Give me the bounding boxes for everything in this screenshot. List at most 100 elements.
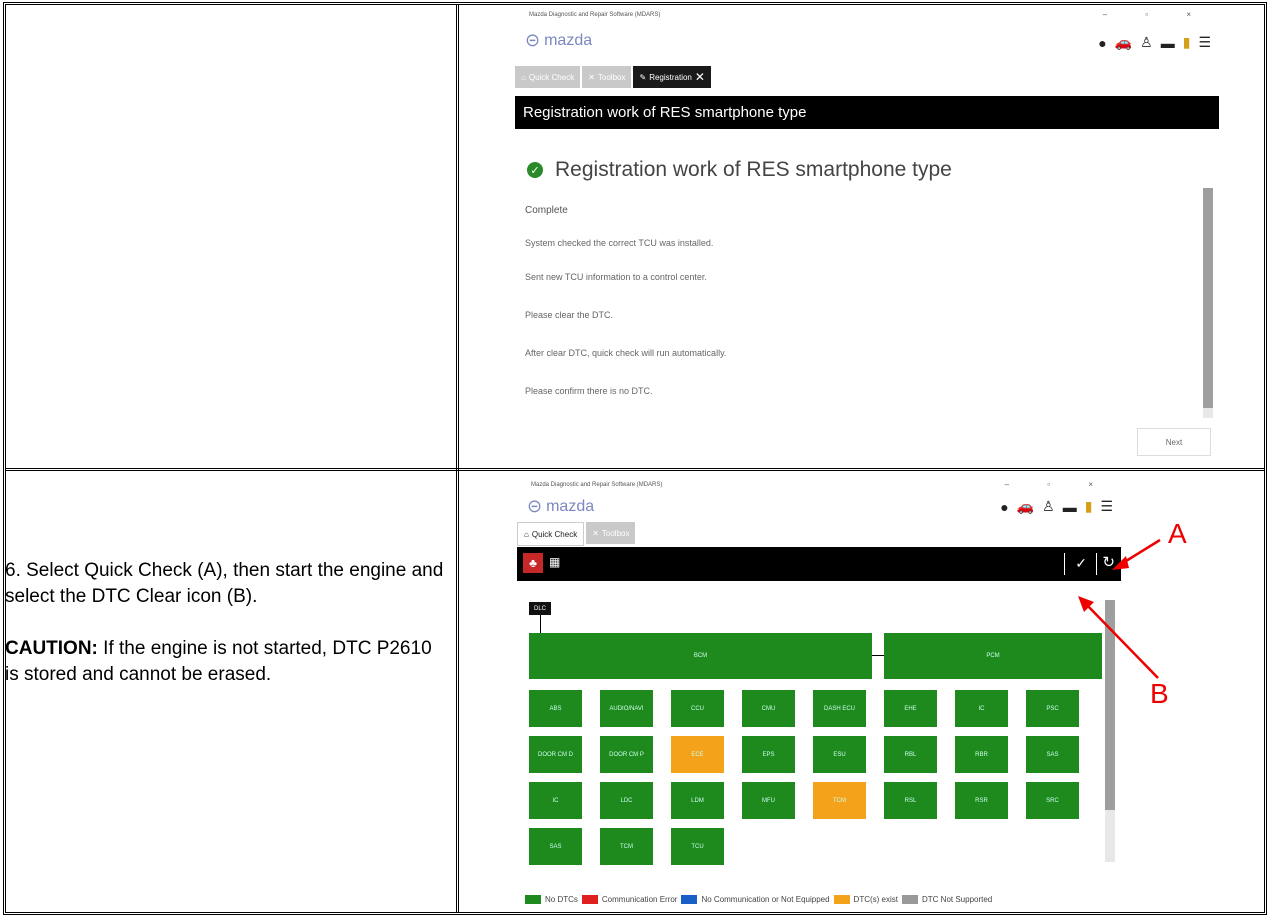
dtc-clear-icon[interactable]: ✓ [1075, 555, 1087, 572]
result-line: Sent new TCU information to a control ce… [525, 272, 707, 282]
top-status-icons: ● 🚗 ♙ ▬ ▮ ☰ [1098, 34, 1211, 51]
tab-quick-check[interactable]: ⌂ Quick Check [515, 66, 581, 88]
annotation-b-label: B [1150, 678, 1169, 709]
person-icon[interactable]: ♙ [1140, 34, 1153, 51]
window-controls[interactable]: – ▫ × [1005, 480, 1111, 489]
caution-text: CAUTION: If the engine is not started, D… [5, 636, 445, 688]
legend-swatch [833, 895, 850, 904]
home-icon: ⌂ [521, 72, 526, 82]
dlc-line [540, 615, 541, 633]
module-box[interactable]: SAS [529, 828, 582, 865]
battery-icon: ▮ [1182, 34, 1191, 50]
legend-swatch [525, 895, 541, 904]
result-line: After clear DTC, quick check will run au… [525, 348, 727, 358]
module-box[interactable]: LDC [600, 782, 653, 819]
next-button[interactable]: Next [1137, 428, 1211, 456]
wrench-icon: ✕ [592, 528, 599, 538]
vci-icon[interactable]: ▬ [1161, 35, 1175, 51]
mazda-logo: ⊝ mazda [525, 30, 593, 50]
module-box[interactable]: TCM [600, 828, 653, 865]
module-box[interactable]: CMU [742, 690, 795, 727]
refresh-icon[interactable]: ↻ [1102, 553, 1115, 571]
module-box[interactable]: EHE [884, 690, 937, 727]
module-box[interactable]: SAS [1026, 736, 1079, 773]
legend-label: No DTCs [545, 895, 578, 904]
result-line: Please clear the DTC. [525, 310, 614, 320]
screenshot-registration: Mazda Diagnostic and Repair Software (MD… [515, 8, 1219, 460]
wrench-icon: ✕ [588, 72, 595, 82]
legend-label: Communication Error [601, 895, 678, 904]
tab-bar: ⌂ Quick Check ✕ Toolbox [517, 522, 636, 546]
status-heading: ✓ Registration work of RES smartphone ty… [527, 158, 952, 182]
module-box[interactable]: TCM [813, 782, 866, 819]
row-divider [6, 468, 1264, 471]
module-box[interactable]: ECE [671, 736, 724, 773]
tab-toolbox[interactable]: ✕ Toolbox [586, 522, 636, 544]
legend-swatch [581, 895, 598, 904]
column-divider [456, 5, 459, 912]
pencil-icon: ✎ [639, 72, 647, 82]
close-icon[interactable]: ✕ [695, 70, 705, 84]
result-line: System checked the correct TCU was insta… [525, 238, 714, 248]
top-status-icons: ● 🚗 ♙ ▬ ▮ ☰ [1000, 498, 1113, 515]
module-box[interactable]: AUDIO/NAVI [600, 690, 653, 727]
screenshot-quick-check: Mazda Diagnostic and Repair Software (MD… [517, 478, 1121, 910]
module-box[interactable]: PSC [1026, 690, 1079, 727]
module-box[interactable]: IC [955, 690, 1008, 727]
home-icon: ⌂ [524, 529, 529, 539]
scrollbar[interactable] [1203, 188, 1213, 418]
module-box[interactable]: LDM [671, 782, 724, 819]
tab-toolbox[interactable]: ✕ Toolbox [582, 66, 632, 88]
legend-swatch [902, 895, 918, 904]
step-instructions: 6. Select Quick Check (A), then start th… [5, 558, 445, 714]
user-icon[interactable]: ● [1098, 35, 1106, 51]
module-box[interactable]: DOOR CM P [600, 736, 653, 773]
module-box[interactable]: DOOR CM D [529, 736, 582, 773]
tab-registration[interactable]: ✎ Registration ✕ [633, 66, 711, 88]
page-header: Registration work of RES smartphone type [515, 96, 1219, 129]
person-icon[interactable]: ♙ [1042, 498, 1055, 515]
toolbar-divider [1096, 553, 1097, 575]
module-box[interactable]: RSL [884, 782, 937, 819]
module-box[interactable]: PCM [884, 633, 1102, 679]
legend-label: DTC(s) exist [853, 895, 898, 904]
status-legend: No DTCs Communication Error No Communica… [525, 895, 992, 904]
module-box[interactable]: ESU [813, 736, 866, 773]
user-icon[interactable]: ● [1000, 499, 1008, 515]
window-controls[interactable]: – ▫ × [1103, 10, 1209, 19]
table-view-icon[interactable]: ▦ [549, 555, 560, 569]
module-box[interactable]: MFU [742, 782, 795, 819]
caution-label: CAUTION: [5, 638, 98, 659]
module-box[interactable]: BCM [529, 633, 872, 679]
module-box[interactable]: TCU [671, 828, 724, 865]
battery-icon: ▮ [1084, 498, 1093, 514]
menu-icon[interactable]: ☰ [1198, 34, 1211, 51]
module-box[interactable]: DASH ECU [813, 690, 866, 727]
tab-bar: ⌂ Quick Check ✕ Toolbox ✎ Registration ✕ [515, 66, 711, 88]
module-box[interactable]: IC [529, 782, 582, 819]
module-box[interactable]: RBR [955, 736, 1008, 773]
check-circle-icon: ✓ [527, 162, 543, 178]
menu-icon[interactable]: ☰ [1100, 498, 1113, 515]
module-box[interactable]: RBL [884, 736, 937, 773]
module-box[interactable]: EPS [742, 736, 795, 773]
legend-label: No Communication or Not Equipped [701, 895, 830, 904]
mazda-logo: ⊝ mazda [527, 496, 595, 516]
car-icon[interactable]: 🚗 [1017, 498, 1034, 515]
result-line: Please confirm there is no DTC. [525, 386, 653, 396]
tab-quick-check[interactable]: ⌂ Quick Check [517, 522, 585, 546]
network-view-icon[interactable]: ♣ [523, 553, 543, 573]
vci-icon[interactable]: ▬ [1063, 499, 1077, 515]
toolbar-divider [1064, 553, 1065, 575]
module-box[interactable]: CCU [671, 690, 724, 727]
dlc-connector: DLC [529, 602, 551, 615]
car-icon[interactable]: 🚗 [1115, 34, 1132, 51]
status-text: Complete [525, 205, 568, 216]
scrollbar[interactable] [1105, 600, 1115, 862]
module-box[interactable]: ABS [529, 690, 582, 727]
module-box[interactable]: RSR [955, 782, 1008, 819]
step-text: 6. Select Quick Check (A), then start th… [5, 560, 444, 607]
module-box[interactable]: SRC [1026, 782, 1079, 819]
legend-label: DTC Not Supported [922, 895, 993, 904]
bus-line [872, 655, 884, 656]
